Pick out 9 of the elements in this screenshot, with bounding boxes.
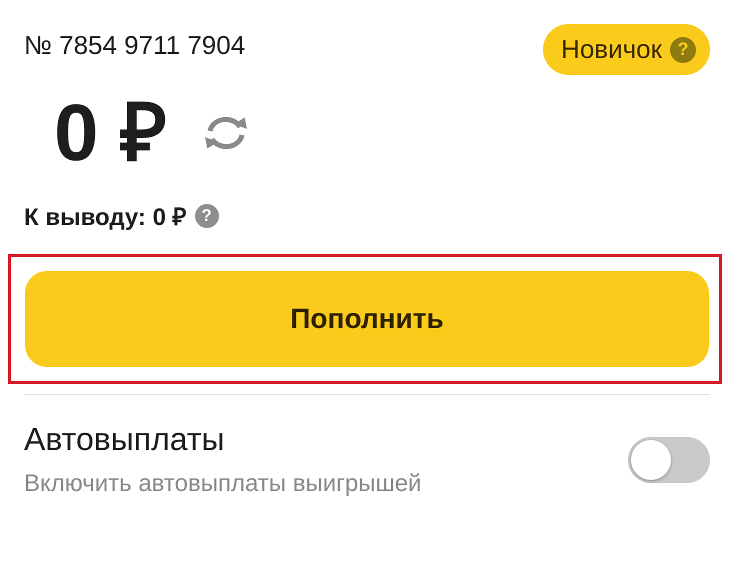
autopayouts-toggle[interactable] bbox=[628, 436, 710, 482]
autopayouts-subtitle: Включить автовыплаты выигрышей bbox=[24, 470, 422, 498]
autopayouts-title: Автовыплаты bbox=[24, 421, 226, 458]
top-up-button[interactable]: Пополнить bbox=[25, 271, 709, 367]
withdrawable-amount: К выводу: 0 ₽ bbox=[24, 203, 187, 232]
status-badge[interactable]: Новичок ? bbox=[543, 24, 710, 75]
balance-amount: 0 ₽ bbox=[54, 93, 168, 173]
status-label: Новичок bbox=[561, 34, 662, 65]
account-number: № 7854 9711 7904 bbox=[24, 30, 246, 61]
